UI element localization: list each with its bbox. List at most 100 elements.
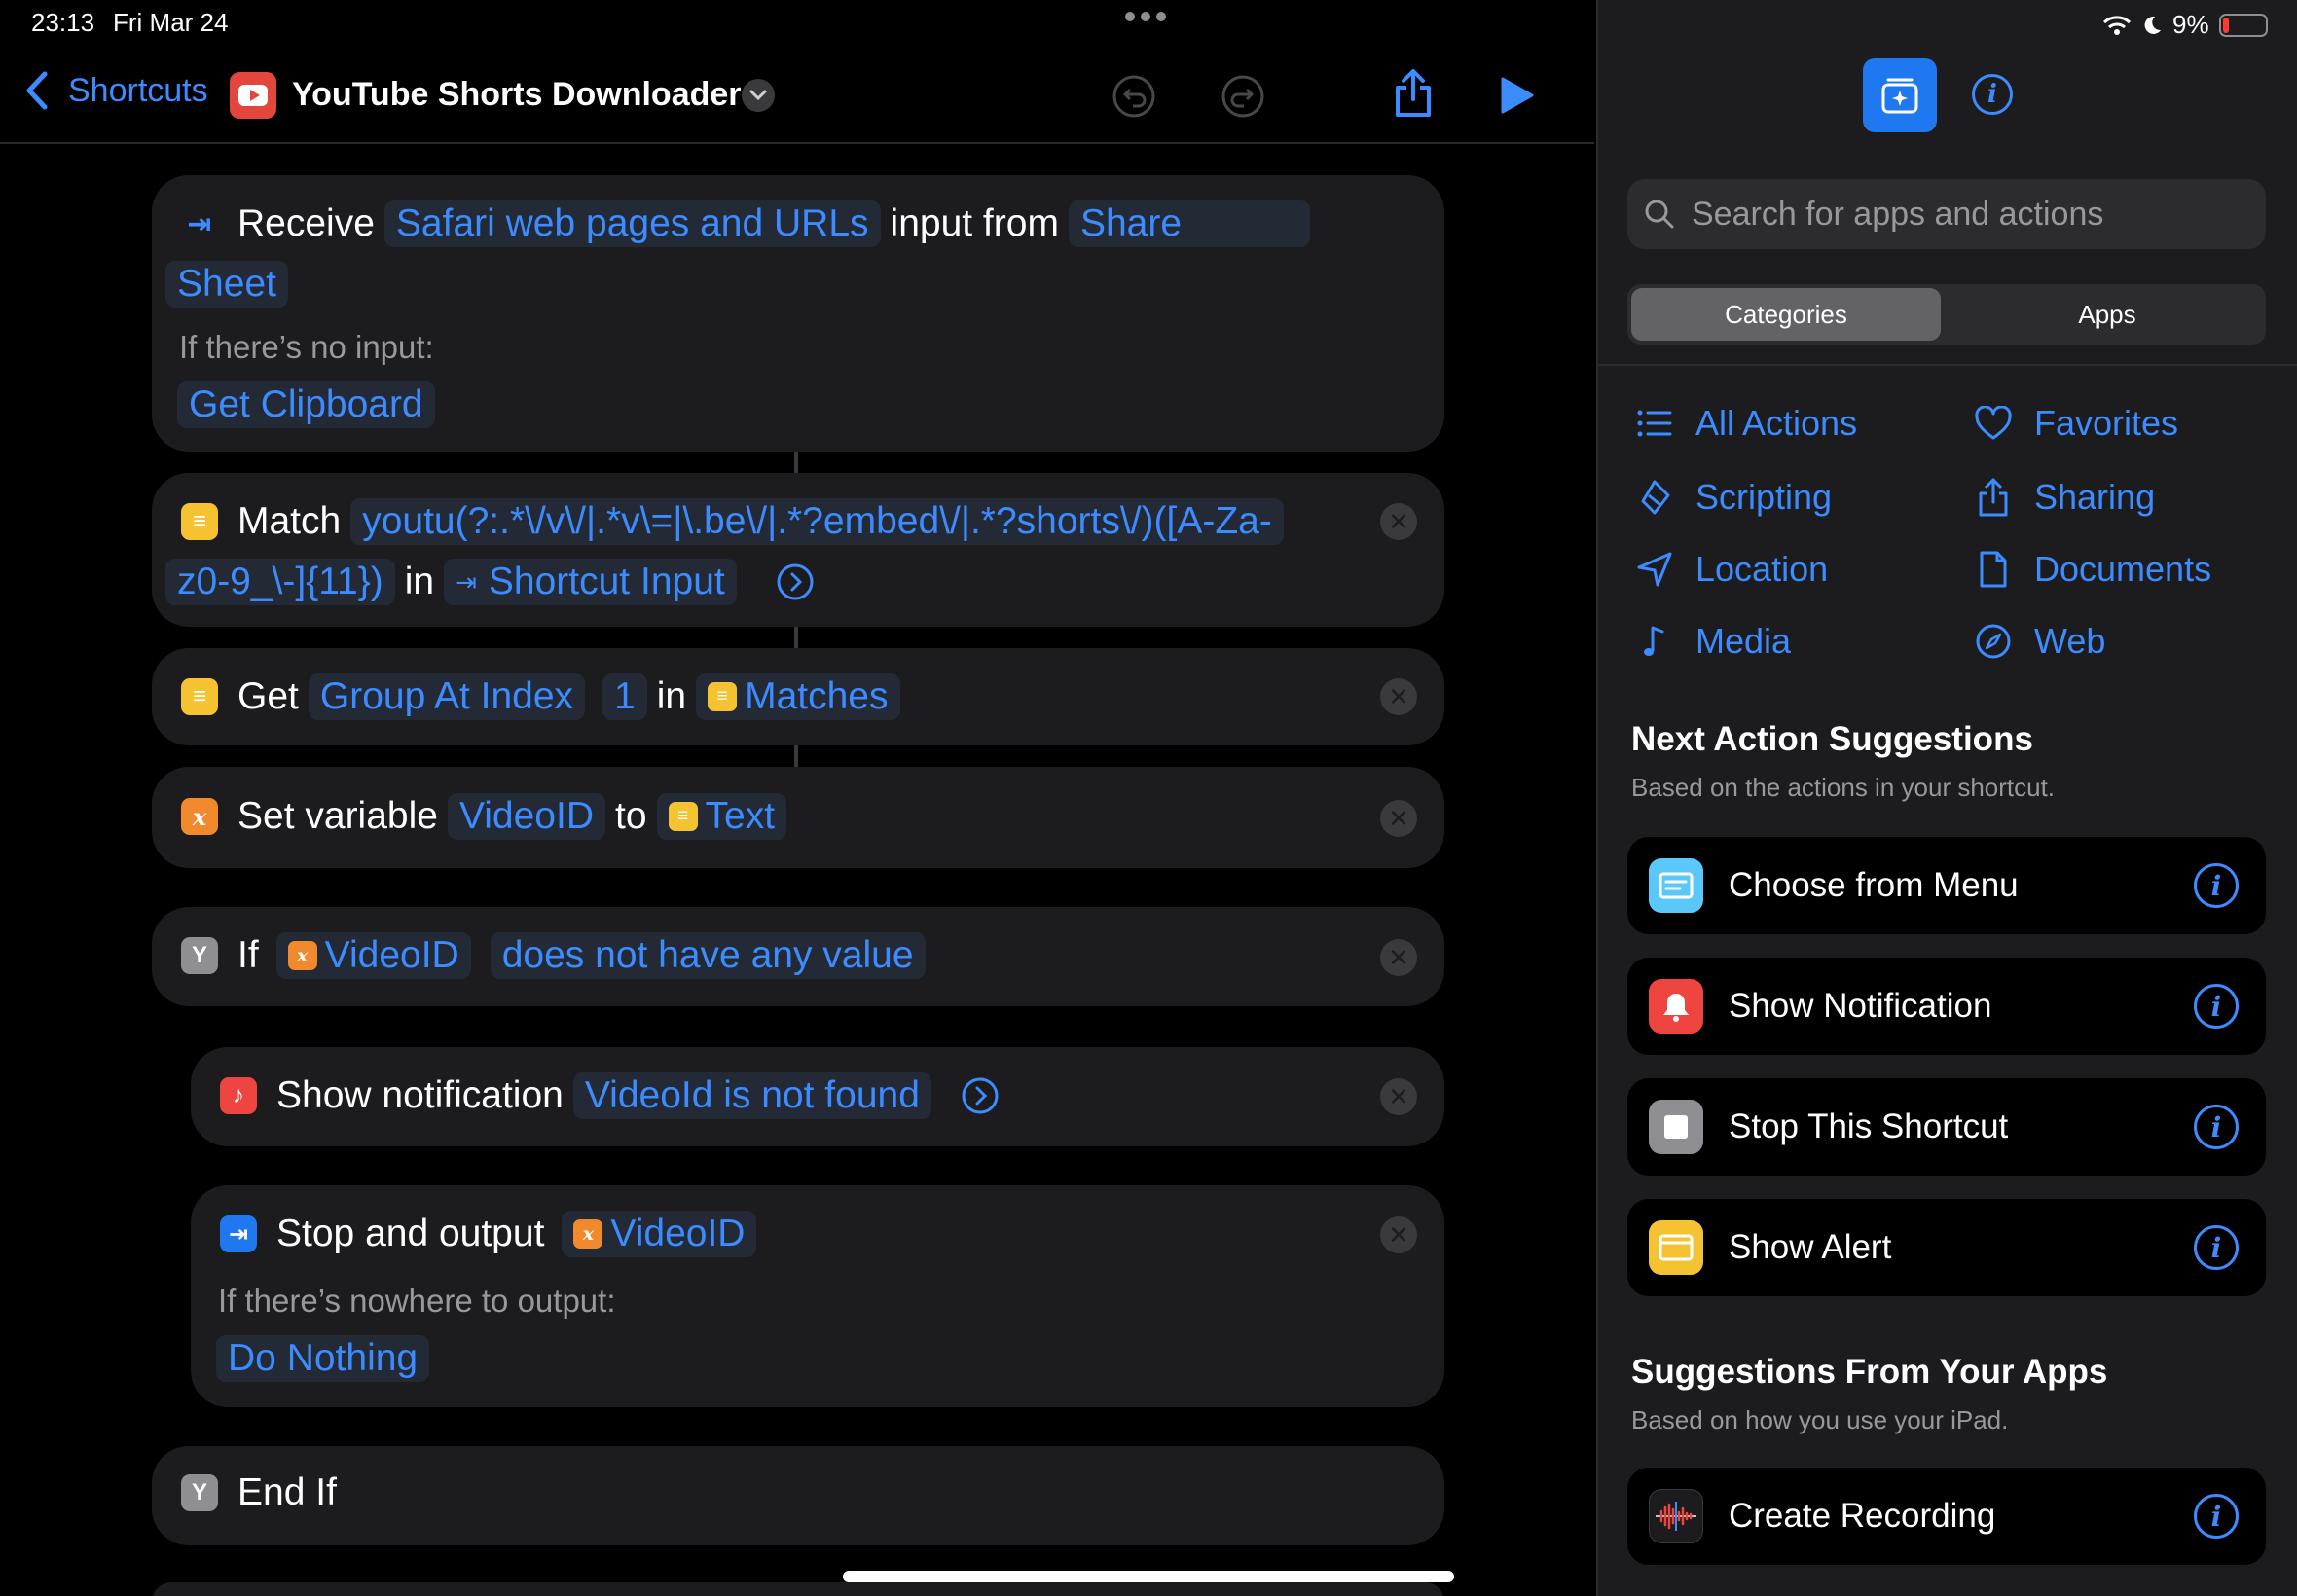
category-web[interactable]: Web <box>1970 621 2105 662</box>
match-pattern-cont[interactable]: z0-9_\-]{11}) <box>165 559 395 605</box>
compass-icon <box>1976 624 2011 659</box>
undo-icon <box>1112 75 1155 118</box>
suggestion-label: Choose from Menu <box>1729 866 2019 904</box>
nowhere-action[interactable]: Do Nothing <box>216 1335 430 1382</box>
info-icon[interactable]: i <box>2194 984 2239 1029</box>
category-documents[interactable]: Documents <box>1970 549 2211 590</box>
set-variable-verb: Set variable <box>237 795 438 837</box>
run-button[interactable] <box>1499 76 1534 120</box>
set-variable-name[interactable]: VideoID <box>447 793 605 840</box>
info-icon[interactable]: i <box>2194 1494 2239 1539</box>
segment-categories[interactable]: Categories <box>1631 288 1941 341</box>
receive-input-type[interactable]: Safari web pages and URLs <box>383 200 881 247</box>
heart-icon <box>1975 406 2012 440</box>
next-suggestions-title: Next Action Suggestions <box>1631 720 2033 758</box>
share-button[interactable] <box>1392 68 1435 124</box>
text-action-icon: ≡ <box>181 503 218 540</box>
info-icon[interactable]: i <box>2194 1225 2239 1270</box>
search-field[interactable]: Search for apps and actions <box>1627 179 2266 249</box>
action-end-if[interactable] <box>152 1446 1444 1545</box>
match-pattern[interactable]: youtu(?:.*\/v\/|.*v\=|\.be\/|.*?embed\/|… <box>350 498 1284 545</box>
suggestion-stop-this-shortcut[interactable]: Stop This Shortcut i <box>1627 1078 2266 1176</box>
if-variable: VideoID <box>324 934 459 976</box>
segment-apps[interactable]: Apps <box>1952 288 2262 341</box>
get-group-index[interactable]: 1 <box>602 673 647 720</box>
no-input-row: Get Clipboard <box>169 381 445 428</box>
shortcut-app-icon[interactable] <box>230 72 276 119</box>
moon-icon <box>2144 16 2161 34</box>
receive-source[interactable]: Share <box>1068 200 1311 247</box>
expand-chevron-icon[interactable] <box>961 1076 1000 1115</box>
category-scripting[interactable]: Scripting <box>1631 477 1832 518</box>
undo-button[interactable] <box>1112 74 1156 124</box>
remove-action-button[interactable]: ✕ <box>1380 939 1417 976</box>
chevron-down-icon <box>749 90 767 101</box>
set-variable-line: x Set variable VideoID to ≡ Text <box>181 793 796 840</box>
stop-output-verb: Stop and output <box>276 1213 545 1254</box>
app-suggestions-title: Suggestions From Your Apps <box>1631 1353 2108 1391</box>
get-source-token[interactable]: ≡ Matches <box>696 673 900 720</box>
alert-icon <box>1649 1220 1703 1275</box>
if-line: Y If x VideoID does not have any value <box>181 932 935 979</box>
youtube-play-icon <box>238 85 268 106</box>
category-media[interactable]: Media <box>1631 621 1791 662</box>
status-icons: 9% <box>2102 10 2268 40</box>
wifi-icon <box>2102 15 2132 35</box>
suggestion-choose-from-menu[interactable]: Choose from Menu i <box>1627 837 2266 934</box>
shortcut-details-info-icon[interactable]: i <box>1972 74 2013 115</box>
next-action-card[interactable] <box>152 1582 1444 1596</box>
receive-source-cont[interactable]: Sheet <box>165 261 288 308</box>
stop-output-line: ⇥ Stop and output x VideoID <box>220 1211 766 1257</box>
text-variable-icon: ≡ <box>708 682 738 711</box>
notification-verb: Show notification <box>276 1074 564 1116</box>
if-condition[interactable]: does not have any value <box>490 932 926 979</box>
match-in: in <box>404 561 435 602</box>
remove-action-button[interactable]: ✕ <box>1380 1216 1417 1253</box>
redo-button[interactable] <box>1221 74 1265 124</box>
remove-action-button[interactable]: ✕ <box>1380 1078 1417 1115</box>
no-input-action[interactable]: Get Clipboard <box>177 381 435 428</box>
play-icon <box>1501 77 1534 114</box>
stop-output-value-token[interactable]: x VideoID <box>562 1211 757 1257</box>
notification-message[interactable]: VideoId is not found <box>572 1072 931 1119</box>
category-label: Favorites <box>2034 403 2179 443</box>
info-icon[interactable]: i <box>2194 1105 2239 1149</box>
set-variable-value-token[interactable]: ≡ Text <box>656 793 787 840</box>
multitasking-dots-icon[interactable] <box>1125 12 1166 21</box>
match-verb: Match <box>237 500 342 542</box>
nowhere-label: If there’s nowhere to output: <box>218 1283 616 1319</box>
expand-chevron-icon[interactable] <box>776 562 815 601</box>
app-suggestions-subtitle: Based on how you use your iPad. <box>1631 1405 2009 1434</box>
variable-icon: x <box>287 941 317 970</box>
if-verb: If <box>237 934 259 976</box>
share-icon <box>1979 478 2008 517</box>
flow-connector <box>794 745 798 767</box>
get-group-type[interactable]: Group At Index <box>308 673 586 720</box>
shortcut-title[interactable]: YouTube Shorts Downloader <box>292 76 742 114</box>
category-favorites[interactable]: Favorites <box>1970 403 2178 444</box>
title-menu-button[interactable] <box>742 79 775 112</box>
remove-action-button[interactable]: ✕ <box>1380 503 1417 540</box>
remove-action-button[interactable]: ✕ <box>1380 678 1417 715</box>
category-location[interactable]: Location <box>1631 549 1828 590</box>
suggestion-show-notification[interactable]: Show Notification i <box>1627 958 2266 1055</box>
receive-line-2: Sheet <box>165 261 298 308</box>
remove-action-button[interactable]: ✕ <box>1380 800 1417 837</box>
sidebar-divider <box>1596 364 2297 366</box>
if-variable-token[interactable]: x VideoID <box>275 932 471 979</box>
suggestion-create-recording[interactable]: Create Recording i <box>1627 1468 2266 1565</box>
back-button[interactable]: Shortcuts <box>23 70 208 111</box>
action-library-tab[interactable] <box>1863 58 1937 132</box>
nav-divider <box>0 142 1594 144</box>
branch-icon: Y <box>181 937 218 974</box>
category-all-actions[interactable]: All Actions <box>1631 403 1857 444</box>
match-input-token[interactable]: ⇥ Shortcut Input <box>444 559 737 605</box>
text-action-icon: ≡ <box>181 678 218 715</box>
document-icon <box>1980 551 2007 588</box>
receive-input-icon: ⇥ <box>187 207 212 240</box>
category-sharing[interactable]: Sharing <box>1970 477 2155 518</box>
home-indicator[interactable] <box>843 1571 1454 1582</box>
suggestion-show-alert[interactable]: Show Alert i <box>1627 1199 2266 1296</box>
info-icon[interactable]: i <box>2194 863 2239 908</box>
status-time: 23:13 <box>31 8 95 37</box>
